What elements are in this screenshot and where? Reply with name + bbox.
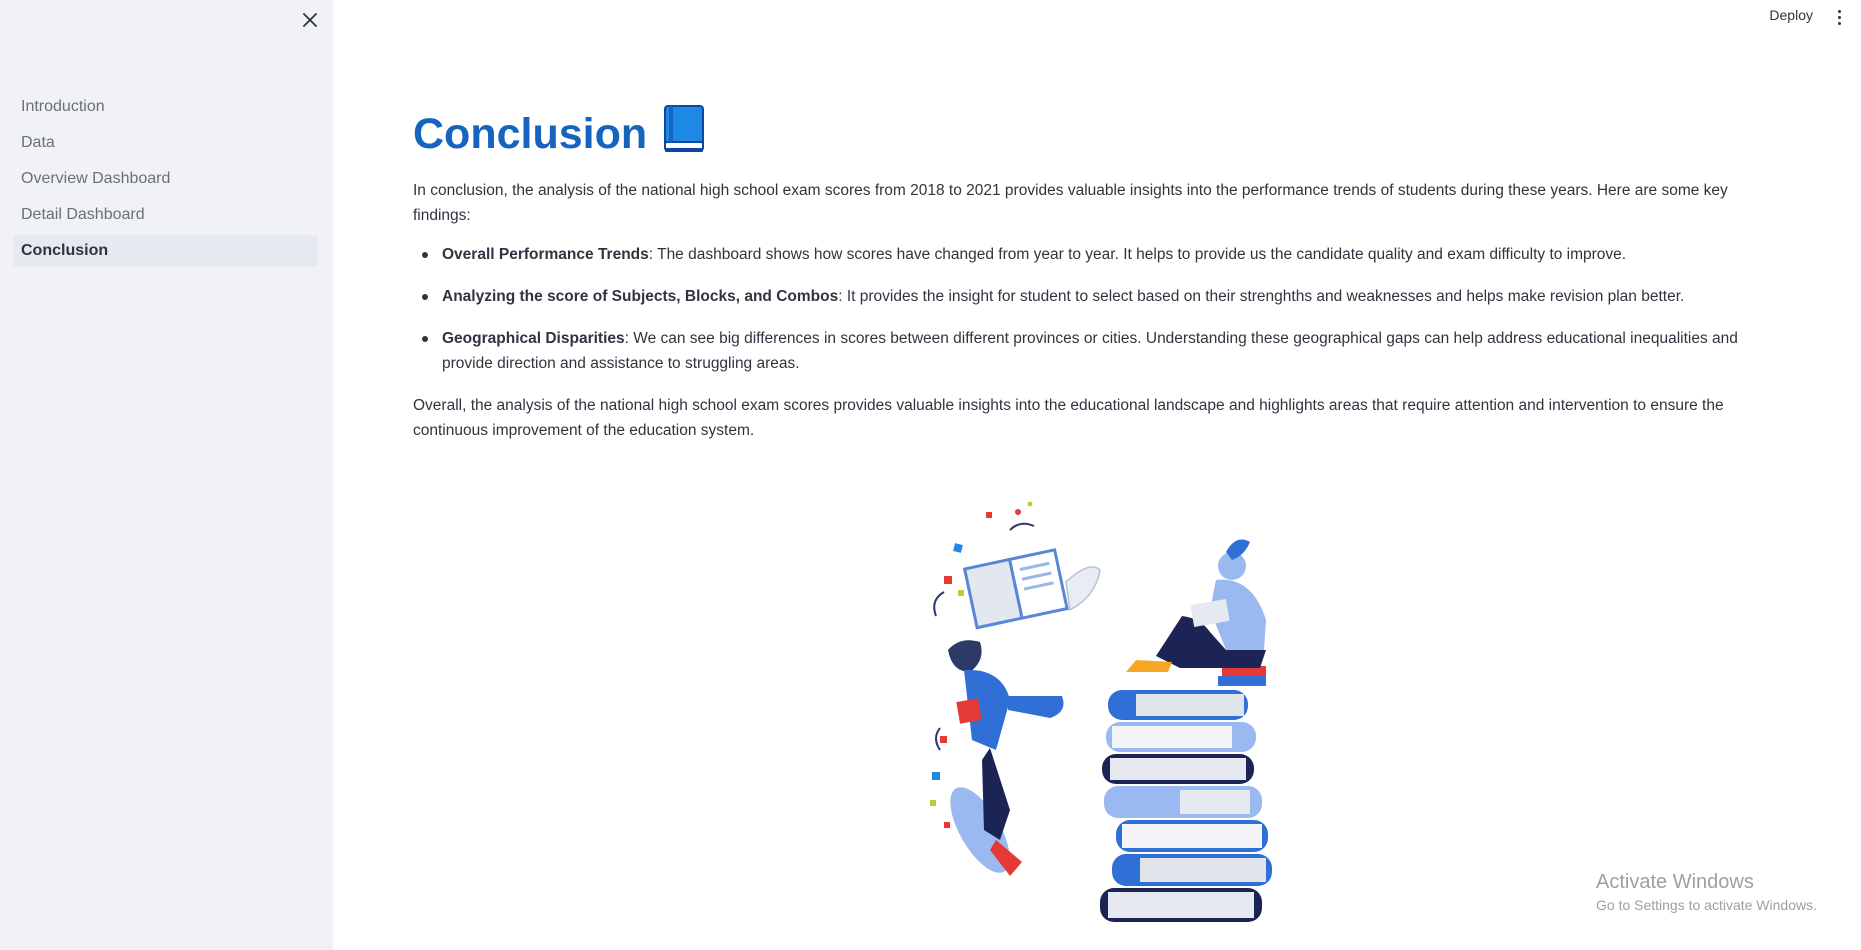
finding-title: Analyzing the score of Subjects, Blocks,…	[442, 288, 839, 305]
sidebar-item-label: Detail Dashboard	[21, 206, 145, 223]
kebab-menu-icon-dot	[1837, 15, 1841, 19]
sidebar: Introduction Data Overview Dashboard Det…	[0, 0, 333, 950]
key-findings-list: Overall Performance Trends: The dashboar…	[413, 242, 1783, 376]
finding-text: : The dashboard shows how scores have ch…	[648, 246, 1627, 263]
page-title-text: Conclusion	[413, 109, 648, 158]
summary-paragraph: Overall, the analysis of the national hi…	[413, 397, 1724, 439]
sidebar-item-introduction[interactable]: Introduction	[13, 91, 318, 123]
main-menu-button[interactable]	[1829, 6, 1849, 28]
activate-windows-watermark: Activate Windows Go to Settings to activ…	[1596, 870, 1817, 914]
sidebar-item-data[interactable]: Data	[13, 127, 318, 159]
sidebar-item-label: Data	[21, 134, 55, 151]
page-title: Conclusion	[413, 104, 1783, 164]
students-studying-illustration	[900, 500, 1320, 940]
sidebar-item-label: Introduction	[21, 98, 105, 115]
sidebar-item-overview-dashboard[interactable]: Overview Dashboard	[13, 163, 318, 195]
close-sidebar-button[interactable]	[298, 8, 322, 32]
finding-text: : We can see big differences in scores b…	[442, 330, 1738, 372]
sidebar-item-label: Overview Dashboard	[21, 170, 171, 187]
list-item: Geographical Disparities: We can see big…	[422, 326, 1783, 376]
watermark-title: Activate Windows	[1596, 871, 1754, 893]
main-content: Conclusion In conclusion, the analysis o…	[413, 104, 1783, 443]
finding-text: : It provides the insight for student to…	[838, 288, 1685, 305]
finding-title: Geographical Disparities	[442, 330, 625, 347]
intro-paragraph: In conclusion, the analysis of the natio…	[413, 182, 1728, 224]
finding-title: Overall Performance Trends	[442, 246, 649, 263]
deploy-button[interactable]: Deploy	[1769, 7, 1813, 23]
top-header: Deploy	[333, 0, 1861, 34]
list-item: Overall Performance Trends: The dashboar…	[422, 242, 1783, 267]
kebab-menu-icon-dot	[1837, 21, 1841, 25]
list-item: Analyzing the score of Subjects, Blocks,…	[422, 284, 1783, 309]
watermark-subtitle: Go to Settings to activate Windows.	[1596, 897, 1817, 913]
sidebar-item-conclusion[interactable]: Conclusion	[13, 235, 318, 267]
sidebar-item-detail-dashboard[interactable]: Detail Dashboard	[13, 199, 318, 231]
blue-book-icon	[661, 104, 707, 165]
kebab-menu-icon	[1837, 9, 1841, 13]
close-icon	[303, 13, 317, 27]
app-window: Introduction Data Overview Dashboard Det…	[0, 0, 1861, 950]
sidebar-nav: Introduction Data Overview Dashboard Det…	[13, 91, 318, 271]
sidebar-item-label: Conclusion	[21, 242, 109, 259]
